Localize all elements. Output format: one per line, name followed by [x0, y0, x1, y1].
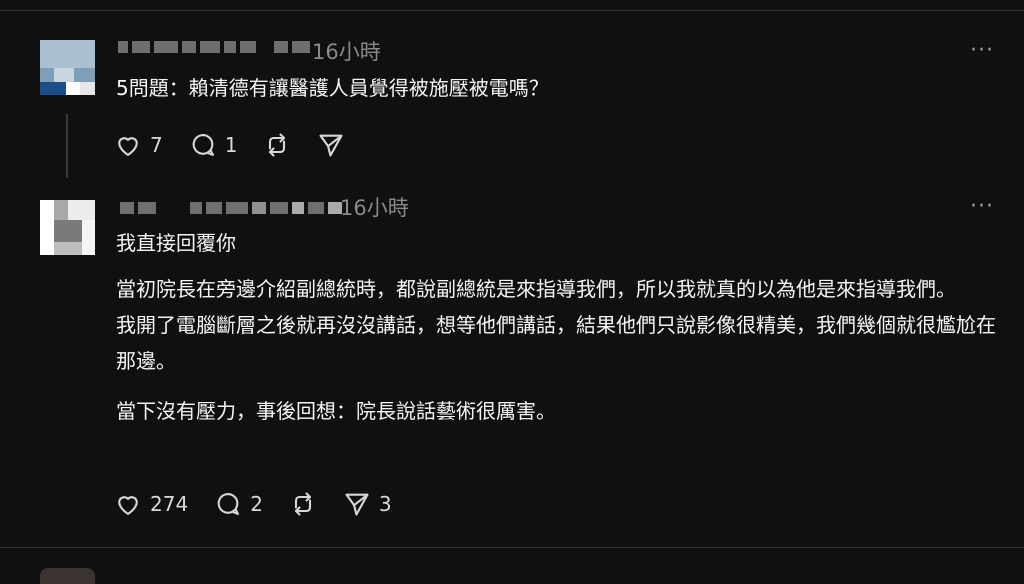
- username-redacted[interactable]: [120, 201, 342, 215]
- post-text: 5問題：賴清德有讓醫護人員覺得被施壓被電嗎？: [116, 70, 1006, 106]
- heart-icon: [118, 496, 138, 515]
- like-count: 7: [150, 133, 163, 157]
- repost-button[interactable]: [263, 131, 291, 159]
- send-icon: [319, 134, 344, 157]
- reply-count: 2: [250, 492, 263, 516]
- reply-button[interactable]: 1: [189, 131, 238, 159]
- share-button[interactable]: 3: [343, 490, 392, 518]
- post-time: 16小時: [312, 40, 381, 64]
- post-text: 我直接回覆你 當初院長在旁邊介紹副總統時，都說副總統是來指導我們，所以我就真的以…: [116, 225, 1006, 429]
- post-actions: 7 1: [114, 131, 371, 159]
- post-paragraph: 當初院長在旁邊介紹副總統時，都說副總統是來指導我們，所以我就真的以為他是來指導我…: [116, 277, 996, 373]
- like-count: 274: [150, 492, 189, 516]
- send-icon: [345, 493, 369, 516]
- more-options-icon[interactable]: ···: [970, 38, 994, 63]
- more-options-icon[interactable]: ···: [970, 194, 994, 219]
- reply-count: 1: [224, 133, 238, 157]
- reply-button[interactable]: 2: [214, 490, 263, 518]
- repost-icon: [269, 133, 286, 157]
- thread-line: [66, 114, 68, 178]
- comment-icon: [192, 134, 214, 156]
- repost-icon: [294, 492, 311, 516]
- like-button[interactable]: 7: [114, 131, 163, 159]
- avatar[interactable]: [40, 40, 95, 95]
- top-divider: [0, 10, 1024, 11]
- avatar[interactable]: [40, 200, 95, 255]
- share-button[interactable]: [317, 131, 345, 159]
- post-time: 16小時: [340, 196, 409, 220]
- post-divider: [0, 547, 1024, 548]
- share-count: 3: [378, 492, 392, 516]
- post-paragraph: 5問題：賴清德有讓醫護人員覺得被施壓被電嗎？: [116, 76, 549, 100]
- like-button[interactable]: 274: [114, 490, 188, 518]
- repost-button[interactable]: [289, 490, 317, 518]
- post-paragraph: 我直接回覆你: [116, 231, 236, 255]
- username-redacted[interactable]: [118, 40, 310, 54]
- heart-icon: [118, 137, 138, 156]
- next-post-peek: [40, 568, 95, 584]
- post-actions: 274 2 3: [114, 490, 418, 518]
- comment-icon: [217, 493, 240, 515]
- post-paragraph: 當下沒有壓力，事後回想：院長說話藝術很厲害。: [116, 399, 556, 423]
